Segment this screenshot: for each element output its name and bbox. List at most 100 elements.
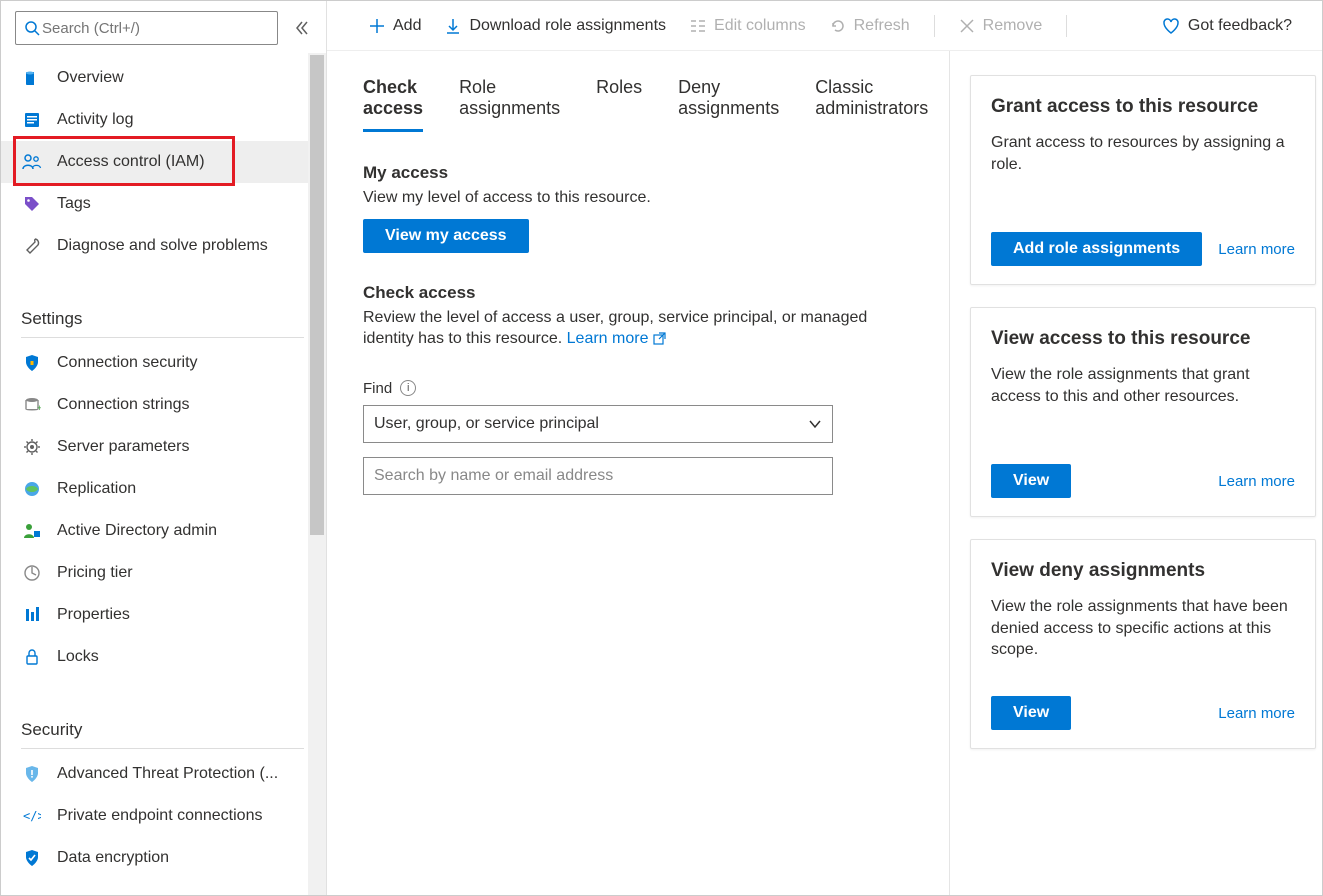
card-title: View deny assignments [991, 560, 1295, 582]
svg-text:</>: </> [23, 809, 41, 823]
toolbar-separator [1066, 15, 1067, 37]
sidebar-item-properties[interactable]: Properties [1, 594, 308, 636]
x-icon [959, 18, 975, 34]
sidebar-item-label: Locks [57, 648, 99, 666]
globe-icon [23, 480, 41, 498]
gear-icon [23, 438, 41, 456]
sidebar-item-label: Server parameters [57, 438, 190, 456]
sidebar-item-server-parameters[interactable]: Server parameters [1, 426, 308, 468]
view-access-button[interactable]: View [991, 464, 1071, 498]
toolbar-label: Refresh [854, 17, 910, 35]
toolbar-label: Download role assignments [469, 17, 666, 35]
sidebar-item-replication[interactable]: Replication [1, 468, 308, 510]
tab-roles[interactable]: Roles [596, 73, 642, 132]
main-content: Check access Role assignments Roles Deny… [327, 51, 950, 895]
sidebar-item-label: Connection security [57, 354, 198, 372]
toolbar: Add Download role assignments Edit colum… [327, 1, 1322, 51]
heart-icon [1162, 17, 1180, 35]
tab-bar: Check access Role assignments Roles Deny… [363, 73, 913, 133]
sidebar-item-threat-protection[interactable]: Advanced Threat Protection (... [1, 753, 308, 795]
endpoint-icon: </> [23, 807, 41, 825]
feedback-button[interactable]: Got feedback? [1152, 13, 1302, 39]
properties-icon [23, 606, 41, 624]
pricing-icon [23, 564, 41, 582]
admin-icon [23, 522, 41, 540]
learn-more-link[interactable]: Learn more [1218, 705, 1295, 722]
card-text: Grant access to resources by assigning a… [991, 132, 1295, 175]
card-title: Grant access to this resource [991, 96, 1295, 118]
my-access-title: My access [363, 163, 913, 183]
chevron-down-icon [808, 417, 822, 431]
check-access-text: Review the level of access a user, group… [363, 307, 913, 350]
sidebar-item-label: Overview [57, 69, 124, 87]
collapse-sidebar-button[interactable] [288, 14, 316, 42]
scrollbar-thumb[interactable] [310, 55, 324, 535]
tab-check-access[interactable]: Check access [363, 73, 423, 132]
card-text: View the role assignments that grant acc… [991, 364, 1295, 407]
sidebar-item-active-directory[interactable]: Active Directory admin [1, 510, 308, 552]
download-button[interactable]: Download role assignments [435, 13, 676, 39]
refresh-icon [830, 18, 846, 34]
columns-icon [690, 18, 706, 34]
add-button[interactable]: Add [359, 13, 431, 39]
sidebar-item-label: Properties [57, 606, 130, 624]
tab-role-assignments[interactable]: Role assignments [459, 73, 560, 132]
edit-columns-button[interactable]: Edit columns [680, 13, 816, 39]
tab-classic-admins[interactable]: Classic administrators [815, 73, 928, 132]
sidebar-item-overview[interactable]: Overview [1, 57, 308, 99]
sidebar-item-pricing-tier[interactable]: Pricing tier [1, 552, 308, 594]
sidebar-item-activity-log[interactable]: Activity log [1, 99, 308, 141]
shield-icon [23, 354, 41, 372]
sidebar-item-label: Replication [57, 480, 136, 498]
sidebar-item-tags[interactable]: Tags [1, 183, 308, 225]
sidebar-item-private-endpoint[interactable]: </> Private endpoint connections [1, 795, 308, 837]
lock-icon [23, 648, 41, 666]
sidebar-item-label: Pricing tier [57, 564, 133, 582]
cards-panel: Grant access to this resource Grant acce… [950, 51, 1322, 895]
chevron-double-left-icon [294, 20, 310, 36]
sidebar-item-label: Private endpoint connections [57, 807, 262, 825]
add-role-assignments-button[interactable]: Add role assignments [991, 232, 1202, 266]
shield-check-icon [23, 849, 41, 867]
find-type-select[interactable]: User, group, or service principal [363, 405, 833, 443]
learn-more-link[interactable]: Learn more [1218, 241, 1295, 258]
view-deny-button[interactable]: View [991, 696, 1071, 730]
shield-alert-icon [23, 765, 41, 783]
card-grant-access: Grant access to this resource Grant acce… [970, 75, 1316, 285]
svg-text:+: + [37, 403, 41, 413]
sidebar-item-connection-strings[interactable]: + Connection strings [1, 384, 308, 426]
sidebar-item-label: Connection strings [57, 396, 190, 414]
external-link-icon [653, 332, 666, 345]
sidebar-item-label: Tags [57, 195, 91, 213]
card-title: View access to this resource [991, 328, 1295, 350]
tab-deny-assignments[interactable]: Deny assignments [678, 73, 779, 132]
sidebar-item-diagnose[interactable]: Diagnose and solve problems [1, 225, 308, 267]
check-access-title: Check access [363, 283, 913, 303]
plus-icon [369, 18, 385, 34]
sidebar-item-label: Diagnose and solve problems [57, 237, 268, 255]
info-icon[interactable]: i [400, 380, 416, 396]
wrench-icon [23, 237, 41, 255]
sidebar-item-connection-security[interactable]: Connection security [1, 342, 308, 384]
learn-more-link[interactable]: Learn more [567, 330, 666, 347]
card-text: View the role assignments that have been… [991, 596, 1295, 661]
refresh-button[interactable]: Refresh [820, 13, 920, 39]
remove-button[interactable]: Remove [949, 13, 1053, 39]
activity-log-icon [23, 111, 41, 129]
sidebar-item-access-control[interactable]: Access control (IAM) [1, 141, 308, 183]
learn-more-link[interactable]: Learn more [1218, 473, 1295, 490]
search-box[interactable] [15, 11, 278, 45]
find-label: Find [363, 380, 392, 397]
view-my-access-button[interactable]: View my access [363, 219, 529, 253]
scrollbar-track[interactable] [308, 53, 326, 895]
card-view-access: View access to this resource View the ro… [970, 307, 1316, 517]
find-search-input[interactable] [363, 457, 833, 495]
search-input[interactable] [40, 19, 269, 38]
sidebar-item-label: Access control (IAM) [57, 153, 205, 171]
sidebar-item-data-encryption[interactable]: Data encryption [1, 837, 308, 879]
my-access-text: View my level of access to this resource… [363, 187, 913, 209]
card-view-deny: View deny assignments View the role assi… [970, 539, 1316, 749]
toolbar-label: Remove [983, 17, 1043, 35]
sidebar-item-locks[interactable]: Locks [1, 636, 308, 678]
select-value: User, group, or service principal [374, 415, 599, 433]
